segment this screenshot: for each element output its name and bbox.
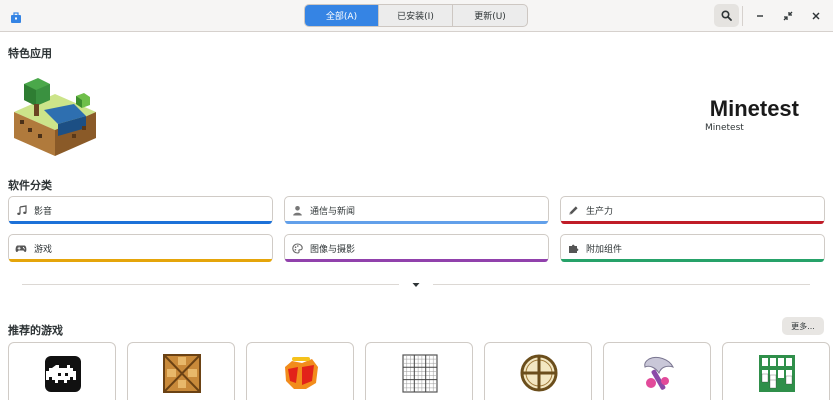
category-accent-bar (9, 221, 272, 224)
category-accent-bar (561, 259, 824, 262)
game-tile[interactable] (127, 342, 235, 400)
category-media[interactable]: 影音 (8, 196, 273, 224)
crosshair-icon (520, 353, 558, 393)
minimize-button[interactable] (749, 5, 771, 27)
category-productivity[interactable]: 生产力 (560, 196, 825, 224)
supertuxkart-icon (282, 353, 320, 393)
category-accent-bar (561, 221, 824, 224)
gamepad-icon (15, 242, 27, 254)
person-icon (291, 204, 303, 216)
featured-app-name[interactable]: Minetest (710, 96, 799, 122)
category-label: 附加组件 (586, 244, 623, 255)
pencil-icon (567, 204, 579, 216)
minimize-icon (757, 15, 763, 17)
category-label: 游戏 (34, 244, 53, 255)
header-bar: 全部(A) 已安装(I) 更新(U) (0, 0, 833, 32)
expander-divider-right (433, 284, 810, 285)
category-graphics[interactable]: 图像与摄影 (284, 234, 549, 262)
categories-section-title: 软件分类 (8, 179, 52, 192)
dosbox-icon (163, 353, 201, 393)
view-switcher: 全部(A) 已安装(I) 更新(U) (304, 4, 528, 27)
games-section-title: 推荐的游戏 (8, 324, 63, 337)
game-tile[interactable] (246, 342, 354, 400)
more-games-button[interactable]: 更多... (782, 317, 824, 335)
category-accent-bar (285, 259, 548, 262)
space-invader-icon (44, 353, 82, 393)
featured-section-title: 特色应用 (8, 47, 52, 60)
category-label: 影音 (34, 206, 53, 217)
restore-icon (783, 11, 793, 21)
axe-icon (639, 353, 677, 393)
recommended-games-row (8, 342, 830, 400)
game-tile[interactable] (8, 342, 116, 400)
tab-updates[interactable]: 更新(U) (453, 5, 527, 26)
category-accent-bar (285, 221, 548, 224)
category-addons[interactable]: 附加组件 (560, 234, 825, 262)
restore-button[interactable] (777, 5, 799, 27)
category-accent-bar (9, 259, 272, 262)
category-communication[interactable]: 通信与新闻 (284, 196, 549, 224)
category-grid: 影音 通信与新闻 生产力 游戏 图像与摄影 附加组件 (8, 196, 825, 262)
game-tile[interactable] (603, 342, 711, 400)
solitaire-icon (758, 353, 796, 393)
game-tile[interactable] (365, 342, 473, 400)
puzzle-icon (567, 242, 579, 254)
minetest-icon[interactable] (12, 74, 98, 158)
chevron-down-icon (412, 283, 420, 287)
header-separator (742, 6, 743, 26)
category-label: 图像与摄影 (310, 244, 356, 255)
tab-installed[interactable]: 已安装(I) (379, 5, 453, 26)
palette-icon (291, 242, 303, 254)
search-button[interactable] (714, 4, 739, 27)
search-icon (721, 10, 732, 21)
category-label: 通信与新闻 (310, 206, 356, 217)
category-games[interactable]: 游戏 (8, 234, 273, 262)
close-button[interactable] (805, 5, 827, 27)
featured-app-subtitle: Minetest (705, 123, 744, 133)
game-tile[interactable] (722, 342, 830, 400)
game-tile[interactable] (484, 342, 592, 400)
expand-categories-button[interactable] (410, 280, 422, 290)
music-note-icon (15, 204, 27, 216)
tab-all[interactable]: 全部(A) (305, 5, 379, 26)
software-store-icon (10, 9, 22, 23)
category-label: 生产力 (586, 206, 614, 217)
expander-divider-left (22, 284, 399, 285)
sudoku-icon (401, 353, 439, 393)
close-icon (812, 12, 820, 20)
